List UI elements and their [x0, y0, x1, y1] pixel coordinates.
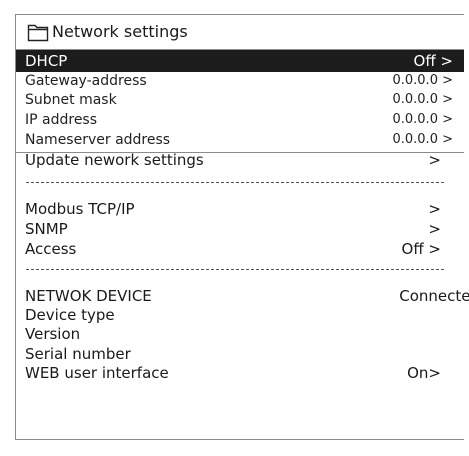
menu-item-dhcp[interactable]: DHCP Off >	[25, 52, 453, 70]
menu-item-label: Access	[25, 240, 77, 258]
menu-item-subnet-mask[interactable]: Subnet mask 0.0.0.0 >	[25, 91, 453, 109]
menu-item-label: Modbus TCP/IP	[25, 200, 135, 218]
menu-item-modbus-tcp-ip[interactable]: Modbus TCP/IP >	[25, 200, 453, 218]
menu-item-label: DHCP	[25, 52, 68, 70]
menu-item-nameserver-address[interactable]: Nameserver address 0.0.0.0 >	[25, 131, 453, 149]
menu-item-value: 0.0.0.0 >	[392, 112, 453, 127]
dashed-separator	[26, 182, 444, 183]
menu-item-label: Nameserver address	[25, 132, 171, 148]
device-type-label: Device type	[25, 306, 115, 324]
connection-status: Connected	[399, 287, 469, 305]
serial-number-label: Serial number	[25, 345, 131, 363]
dashed-separator	[26, 269, 444, 270]
chevron-right-icon: >	[428, 220, 441, 238]
menu-item-value: 0.0.0.0 >	[392, 132, 453, 147]
menu-item-label: Subnet mask	[25, 92, 117, 108]
menu-item-value: Off >	[413, 52, 453, 70]
network-settings-panel: Network settings DHCP Off > Gateway-addr…	[15, 14, 469, 440]
chevron-right-icon: >	[428, 151, 441, 169]
menu-item-snmp[interactable]: SNMP >	[25, 220, 453, 238]
menu-item-label: SNMP	[25, 220, 68, 238]
menu-item-value: 0.0.0.0 >	[392, 92, 453, 107]
menu-item-label: Gateway-address	[25, 73, 147, 89]
chevron-right-icon: >	[428, 200, 441, 218]
menu-item-value: Off >	[401, 240, 441, 258]
device-status-row: NETWOK DEVICE Connected	[25, 287, 469, 305]
page-title: Network settings	[52, 22, 188, 41]
version-label: Version	[25, 325, 81, 343]
menu-item-access[interactable]: Access Off >	[25, 240, 453, 258]
menu-item-value: 0.0.0.0 >	[392, 73, 453, 88]
menu-item-label: IP address	[25, 112, 98, 128]
menu-item-label: Update nework settings	[25, 151, 204, 169]
serial-number-row: Serial number	[25, 345, 453, 363]
menu-item-update-network-settings[interactable]: Update nework settings >	[25, 151, 453, 169]
folder-icon	[27, 24, 49, 42]
version-row: Version	[25, 325, 453, 343]
menu-item-value: On>	[407, 364, 441, 382]
menu-item-gateway-address[interactable]: Gateway-address 0.0.0.0 >	[25, 72, 453, 90]
menu-item-web-user-interface[interactable]: WEB user interface On>	[25, 364, 453, 382]
menu-item-ip-address[interactable]: IP address 0.0.0.0 >	[25, 111, 453, 129]
device-type-row: Device type	[25, 306, 453, 324]
device-label: NETWOK DEVICE	[25, 287, 152, 305]
panel-header: Network settings	[16, 15, 464, 50]
menu-item-label: WEB user interface	[25, 364, 169, 382]
